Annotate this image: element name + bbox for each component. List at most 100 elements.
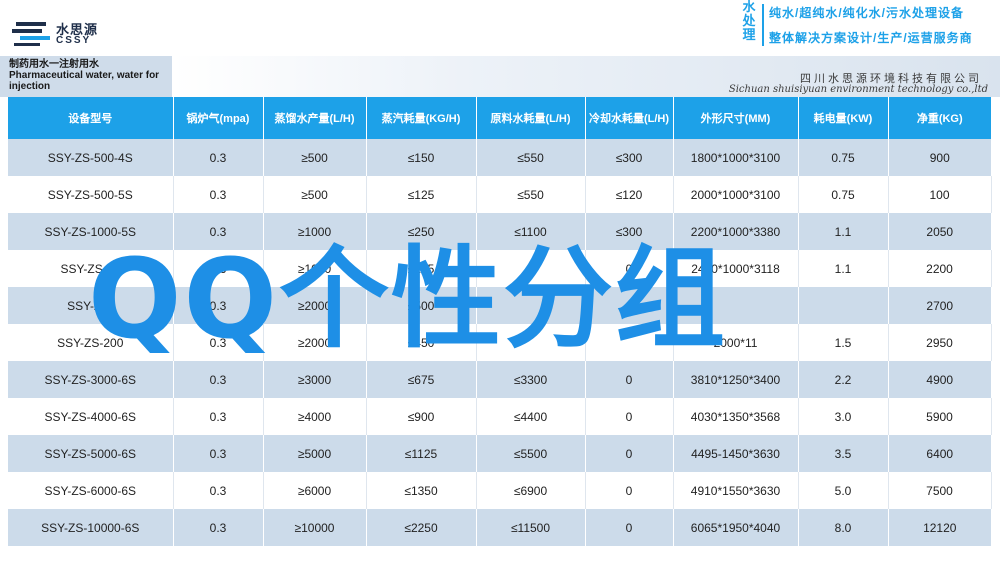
table-cell: ≤5500 (476, 435, 586, 472)
table-cell: ≥500 (263, 176, 367, 213)
table-cell: ≤11500 (476, 509, 586, 546)
table-row: SSY-ZS-10000-6S 0.3 ≥10000 ≤2250 ≤11500 0 6065… (8, 509, 991, 546)
table-cell: 0.3 (173, 213, 264, 250)
table-cell: ≤125 (366, 176, 477, 213)
table-cell: ≥10000 (263, 509, 367, 546)
table-row: SSY-ZS-10 0.3 ≥1000 ≤225 0 2450*1000*3118 1.1 2… (8, 250, 992, 287)
table-cell: ≤550 (476, 176, 586, 213)
header-boiler-pressure: 锅炉气(mpa) (173, 97, 264, 139)
table-cell: ≥4000 (263, 398, 367, 435)
table-cell: SSY-ZS-10 (8, 250, 174, 287)
table-cell: ≤1100 (476, 213, 586, 250)
table-cell: ≤250 (366, 213, 477, 250)
table-cell: ≤675 (366, 361, 477, 398)
table-cell: 5900 (888, 398, 992, 435)
table-cell: 5.0 (798, 472, 889, 509)
header-distilled-output: 蒸馏水产量(L/H) (263, 97, 367, 139)
table-cell: 0.3 (173, 324, 264, 361)
logo-name-en: CSSY (56, 35, 92, 46)
title-strip: 制药用水一注射用水 Pharmaceutical water, water fo… (0, 56, 1000, 97)
table-cell: 12120 (888, 509, 991, 546)
header-net-weight: 净重(KG) (888, 97, 991, 139)
logo-icon (12, 22, 50, 46)
table-cell: 2050 (888, 213, 991, 250)
table-header-row: 设备型号 锅炉气(mpa) 蒸馏水产量(L/H) 蒸汽耗量(KG/H) 原料水耗… (8, 97, 991, 139)
table-cell: SSY-ZS-4000-6S (8, 398, 174, 435)
table-cell: SSY-ZS-200 (8, 324, 174, 361)
table-cell: ≥6000 (263, 472, 367, 509)
table-cell: ≤2250 (366, 509, 477, 546)
table-cell (476, 287, 586, 324)
table-cell: 0.3 (173, 361, 264, 398)
table-row: SSY-ZS-500-4S 0.3 ≥500 ≤150 ≤550 ≤300 1800*100… (8, 139, 991, 176)
brand-divider (762, 4, 764, 46)
table-cell: ≥2000 (263, 287, 367, 324)
table-cell: 2700 (888, 287, 991, 324)
table-row: SSY-ZS- 0.3 ≥2000 ≤500 2700 (8, 287, 991, 324)
table-cell: 2200 (888, 250, 992, 287)
table-cell: 2000*1000*3100 (673, 176, 799, 213)
brand-vertical-text: 水 处 理 (742, 0, 756, 42)
table-cell: ≤6900 (476, 472, 586, 509)
header-model: 设备型号 (8, 97, 174, 139)
table-cell: SSY-ZS-5000-6S (8, 435, 174, 472)
table-cell: ≤3300 (476, 361, 586, 398)
tagline-products: 纯水/超纯水/纯化水/污水处理设备 (769, 6, 965, 20)
section-title-cn: 制药用水一注射用水 (9, 59, 99, 70)
table-cell: ≤4400 (476, 398, 586, 435)
table-cell: 1.5 (798, 324, 889, 361)
table-cell: 0.75 (798, 176, 889, 213)
page-header: 水思源 CSSY 水 处 理 纯水/超纯水/纯化水/污水处理设备 整体解决方案设… (0, 0, 1000, 56)
table-cell: ≤1350 (366, 472, 477, 509)
table-cell (476, 250, 586, 287)
table-cell: ≤550 (476, 139, 586, 176)
table-cell: ≤1125 (366, 435, 477, 472)
table-cell: 4900 (888, 361, 991, 398)
table-cell (798, 287, 889, 324)
table-cell: SSY-ZS- (8, 287, 174, 324)
header-dimensions: 外形尺寸(MM) (673, 97, 799, 139)
table-cell: 6400 (888, 435, 991, 472)
table-cell: ≤120 (585, 176, 674, 213)
table-cell: SSY-ZS-1000-5S (8, 213, 174, 250)
table-cell: 0.3 (173, 509, 264, 546)
table-cell: ≥1000 (263, 250, 367, 287)
header-steam-consumption: 蒸汽耗量(KG/H) (366, 97, 477, 139)
table-cell: 0 (585, 398, 674, 435)
table-cell: 3.5 (798, 435, 889, 472)
table-cell: 0 (585, 250, 674, 287)
table-cell: 7500 (888, 472, 992, 509)
table-cell: 0.3 (173, 139, 264, 176)
table-cell: ≤300 (585, 139, 674, 176)
table-cell: 2200*1000*3380 (673, 213, 799, 250)
table-cell (585, 324, 674, 361)
table-row: SSY-ZS-4000-6S 0.3 ≥4000 ≤900 ≤4400 0 4030*135… (8, 398, 992, 435)
table-cell: 0.3 (173, 250, 264, 287)
company-name-en: Sichuan shuisiyuan environment technolog… (728, 84, 988, 95)
table-cell: 1.1 (798, 250, 889, 287)
table-cell: 0.3 (173, 435, 264, 472)
table-row: SSY-ZS-6000-6S 0.3 ≥6000 ≤1350 ≤6900 0 4910*15… (8, 472, 992, 509)
table-row: SSY-ZS-5000-6S 0.3 ≥5000 ≤1125 ≤5500 0 4495-14… (8, 435, 991, 472)
table-cell: SSY-ZS-500-5S (8, 176, 174, 213)
table-row: SSY-ZS-500-5S 0.3 ≥500 ≤125 ≤550 ≤120 2000*100… (8, 176, 992, 213)
table-cell (673, 287, 799, 324)
table-cell: ≤225 (366, 250, 477, 287)
table-cell: 0.3 (173, 472, 264, 509)
table-cell: ≥1000 (263, 213, 367, 250)
table-cell: 0.3 (173, 176, 264, 213)
table-cell: 0 (585, 435, 674, 472)
table-cell: ≤450 (366, 324, 477, 361)
table-cell: SSY-ZS-500-4S (8, 139, 174, 176)
table-cell: ≤900 (366, 398, 477, 435)
table-cell: 6065*1950*4040 (673, 509, 799, 546)
table-cell: SSY-ZS-10000-6S (8, 509, 174, 546)
table-cell: ≥3000 (263, 361, 367, 398)
section-title: 制药用水一注射用水 Pharmaceutical water, water fo… (0, 56, 172, 97)
table-cell: 0.3 (173, 398, 264, 435)
table-cell: ≤150 (366, 139, 477, 176)
table-cell: 900 (888, 139, 991, 176)
table-cell: 4910*1550*3630 (673, 472, 799, 509)
table-cell: SSY-ZS-3000-6S (8, 361, 174, 398)
table-cell: SSY-ZS-6000-6S (8, 472, 174, 509)
